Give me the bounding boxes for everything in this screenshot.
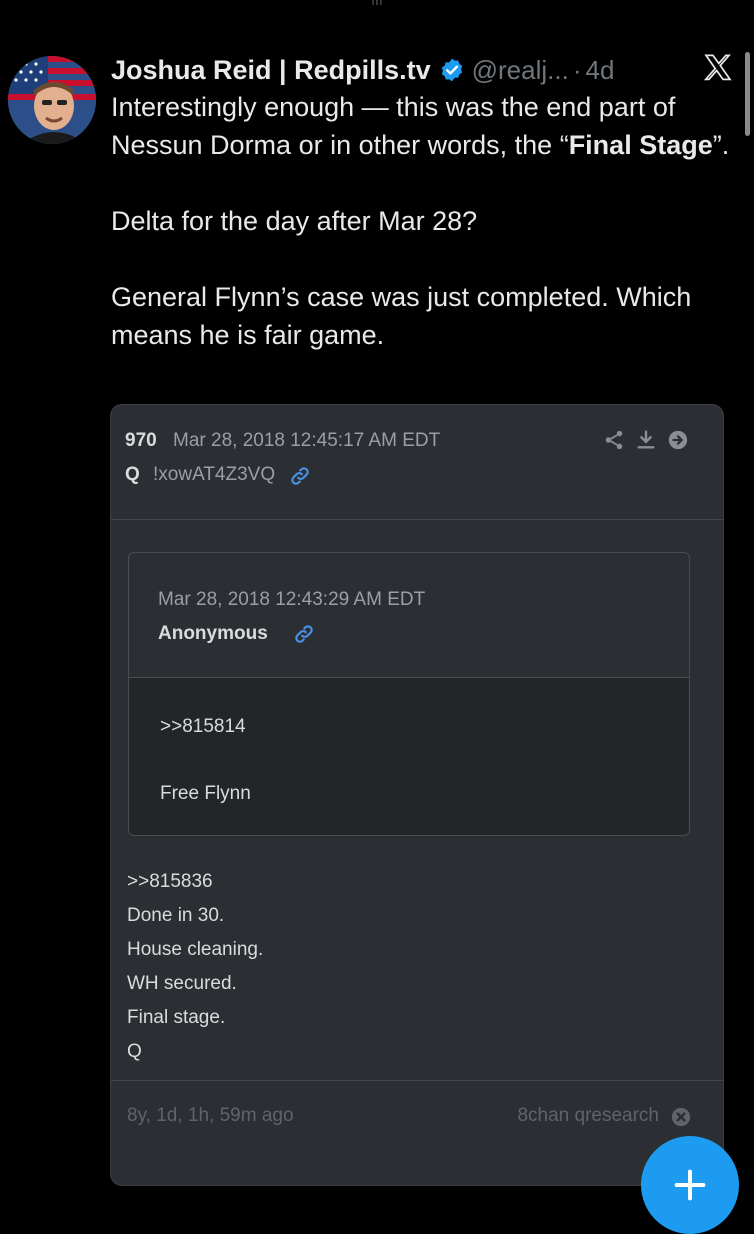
link-icon[interactable]	[289, 465, 311, 487]
replied-post-author: Anonymous	[158, 623, 268, 644]
post-body: >>815836 Done in 30. House cleaning. WH …	[127, 865, 263, 1069]
post-footer: 8y, 1d, 1h, 59m ago 8chan qresearch	[111, 1080, 723, 1185]
tweet-paragraph-1: Interestingly enough — this was the end …	[111, 92, 730, 160]
post-age: 8y, 1d, 1h, 59m ago	[127, 1105, 294, 1126]
post-source: 8chan qresearch	[517, 1105, 659, 1126]
scrollbar[interactable]	[745, 52, 750, 136]
post-date: Mar 28, 2018 12:45:17 AM EDT	[173, 430, 441, 451]
tweet-text: Interestingly enough — this was the end …	[111, 88, 736, 354]
tweet-header: Joshua Reid | Redpills.tv @realj... · 4d	[111, 50, 724, 90]
link-icon[interactable]	[293, 623, 315, 645]
tweet-paragraph-2: Delta for the day after Mar 28?	[111, 206, 478, 236]
open-icon[interactable]	[667, 429, 689, 451]
share-icon[interactable]	[603, 429, 625, 451]
replied-post-header: Mar 28, 2018 12:43:29 AM EDT Anonymous	[129, 553, 689, 678]
download-icon[interactable]	[635, 429, 657, 451]
post-body-line: Q	[127, 1041, 142, 1062]
post-body-line[interactable]: >>815836	[127, 865, 263, 899]
post-body-line: Final stage.	[127, 1007, 226, 1028]
post-number[interactable]: 970	[125, 430, 157, 452]
top-drag-handle: ıİı	[371, 0, 383, 8]
author-name[interactable]: Joshua Reid | Redpills.tv	[111, 55, 431, 86]
tripcode: !xowAT4Z3VQ	[153, 464, 276, 485]
close-icon[interactable]	[671, 1107, 691, 1127]
replied-post-date: Mar 28, 2018 12:43:29 AM EDT	[158, 589, 426, 610]
replied-post[interactable]: Mar 28, 2018 12:43:29 AM EDT Anonymous >…	[128, 552, 690, 836]
replied-post-text: Free Flynn	[160, 783, 251, 804]
post-body-line: WH secured.	[127, 973, 237, 994]
quoted-post-card[interactable]: 970 Mar 28, 2018 12:45:17 AM EDT Q !xowA…	[110, 404, 724, 1186]
post-author: Q	[125, 464, 140, 485]
replied-post-body: >>815814 Free Flynn	[129, 678, 689, 835]
plus-icon	[674, 1169, 706, 1201]
post-header: 970 Mar 28, 2018 12:45:17 AM EDT Q !xowA…	[111, 405, 723, 520]
x-logo-icon	[702, 52, 734, 84]
post-reference[interactable]: >>815814	[160, 716, 246, 738]
compose-button[interactable]	[641, 1136, 739, 1234]
tweet-paragraph-3: General Flynn’s case was just completed.…	[111, 282, 692, 350]
author-handle[interactable]: @realj...	[472, 55, 569, 86]
verified-badge-icon	[439, 57, 465, 83]
tweet-time[interactable]: 4d	[586, 55, 615, 86]
separator-dot: ·	[572, 54, 582, 85]
avatar[interactable]	[8, 56, 96, 144]
post-body-line: Done in 30.	[127, 905, 225, 926]
post-body-line: House cleaning.	[127, 939, 264, 960]
